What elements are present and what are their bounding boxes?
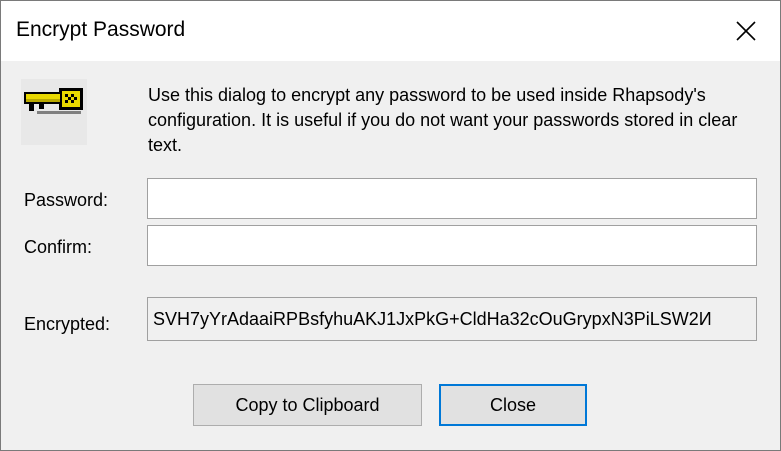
close-x-icon — [736, 21, 756, 41]
password-field[interactable] — [147, 178, 757, 219]
dialog-description: Use this dialog to encrypt any password … — [148, 85, 738, 155]
close-window-button[interactable] — [723, 9, 769, 53]
close-button[interactable]: Close — [439, 384, 587, 426]
encrypted-label: Encrypted: — [24, 314, 111, 334]
confirm-field[interactable] — [147, 225, 757, 266]
password-label: Password: — [24, 190, 109, 210]
copy-to-clipboard-button[interactable]: Copy to Clipboard — [193, 384, 422, 426]
key-icon — [21, 79, 87, 145]
encrypt-password-dialog: Encrypt Password Use this dialog to encr… — [0, 0, 781, 451]
encrypted-field[interactable] — [147, 297, 757, 341]
title-bar[interactable]: Encrypt Password — [1, 1, 780, 61]
window-title: Encrypt Password — [16, 18, 186, 41]
confirm-label: Confirm: — [24, 237, 93, 257]
